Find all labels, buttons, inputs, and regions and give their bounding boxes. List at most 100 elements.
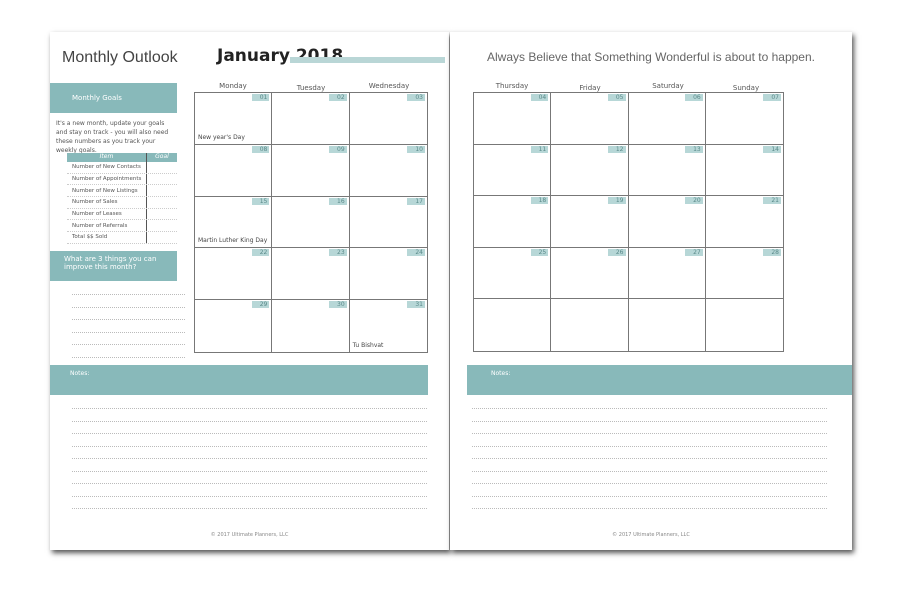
item-header: Item: [99, 153, 114, 160]
day-cell[interactable]: 01 New year's Day: [195, 93, 273, 145]
day-cell[interactable]: 08: [195, 144, 273, 197]
goal-value[interactable]: [146, 220, 177, 232]
writing-line: [472, 408, 827, 409]
day-cell[interactable]: 28: [705, 248, 783, 300]
day-cell[interactable]: 18: [474, 196, 552, 248]
day-cell[interactable]: 03: [349, 93, 427, 145]
date-number: 07: [763, 94, 781, 101]
day-cell[interactable]: [629, 299, 706, 351]
writing-line: [472, 433, 827, 434]
day-cell[interactable]: 10: [349, 145, 427, 197]
date-number: 29: [251, 301, 270, 309]
day-cell[interactable]: 22: [195, 248, 273, 301]
day-cell[interactable]: 04: [474, 93, 552, 145]
goals-header: Monthly Goals: [50, 83, 177, 113]
goal-value[interactable]: [146, 162, 177, 173]
day-cell[interactable]: 11: [474, 144, 552, 197]
goal-value[interactable]: [146, 208, 177, 220]
day-cell[interactable]: 13: [628, 144, 706, 197]
right-page: Always Believe that Something Wonderful …: [450, 32, 852, 550]
writing-line: [72, 508, 427, 509]
date-number: 03: [407, 94, 425, 101]
writing-line: [72, 458, 427, 459]
day-cell[interactable]: [706, 299, 783, 351]
writing-line: [472, 458, 827, 459]
day-cell[interactable]: 31 Tu Bishvat: [350, 300, 427, 352]
date-number: 17: [407, 197, 425, 205]
day-header: Wednesday: [368, 82, 410, 90]
day-cell[interactable]: 21: [705, 196, 783, 248]
date-number: 08: [251, 145, 270, 153]
day-cell[interactable]: 16: [272, 196, 350, 249]
goal-row: Number of Referrals: [67, 220, 177, 233]
day-cell[interactable]: 26: [551, 247, 629, 300]
day-cell[interactable]: 07: [705, 93, 783, 145]
goal-item: Number of New Contacts: [72, 164, 141, 171]
date-number: 16: [329, 197, 347, 205]
date-number: 31: [407, 301, 425, 309]
writing-line: [472, 483, 827, 484]
writing-line: [72, 306, 185, 308]
day-cell[interactable]: 24: [349, 248, 427, 301]
writing-line: [72, 495, 427, 497]
date-number: 05: [607, 94, 626, 101]
holiday-label: New year's Day: [198, 133, 245, 141]
calendar-grid-right: 04 05 06 07 11 12 13 14 18 19 20 21 25 26 27 28: [473, 92, 784, 352]
writing-line: [72, 356, 185, 358]
day-cell[interactable]: [551, 299, 629, 351]
day-cell[interactable]: [474, 299, 552, 351]
date-number: 25: [530, 248, 549, 256]
day-cell[interactable]: 15 Martin Luther King Day: [195, 196, 273, 249]
goal-item: Number of Sales: [72, 199, 118, 206]
improve-header: What are 3 things you can improve this m…: [50, 251, 177, 281]
title-bar: [290, 57, 445, 63]
goal-row: Number of New Contacts: [67, 162, 177, 174]
day-cell[interactable]: 05: [551, 93, 629, 145]
date-number: 26: [607, 248, 626, 256]
writing-line: [72, 319, 185, 320]
day-cell[interactable]: 25: [474, 247, 552, 300]
day-cell[interactable]: 09: [272, 144, 350, 197]
date-number: 10: [407, 145, 425, 153]
holiday-label: Martin Luther King Day: [198, 237, 268, 245]
notes-header: Notes:: [467, 365, 852, 395]
day-cell[interactable]: 14: [705, 145, 783, 197]
day-cell[interactable]: 23: [272, 248, 350, 301]
date-number: 18: [530, 197, 549, 205]
writing-line: [72, 483, 427, 484]
writing-line: [472, 495, 827, 497]
goal-value[interactable]: [146, 173, 177, 185]
day-cell[interactable]: 30: [272, 300, 350, 352]
goal-row: Number of New Listings: [67, 185, 177, 198]
day-cell[interactable]: 20: [628, 196, 706, 248]
day-cell[interactable]: 17: [349, 197, 427, 249]
date-number: 11: [530, 145, 549, 153]
day-cell[interactable]: 29: [195, 300, 273, 352]
date-number: 27: [685, 248, 703, 256]
goal-value[interactable]: [146, 185, 177, 197]
page-title: Monthly Outlook: [62, 49, 178, 66]
goals-table: Item Goal Number of New Contacts Number o…: [67, 153, 177, 244]
writing-line: [72, 344, 185, 345]
date-number: 22: [251, 249, 270, 257]
goal-value[interactable]: [146, 197, 177, 208]
date-number: 19: [607, 197, 626, 205]
goal-item: Number of Referrals: [72, 222, 128, 229]
day-cell[interactable]: 02: [272, 93, 350, 145]
date-number: 04: [530, 94, 549, 101]
quote: Always Believe that Something Wonderful …: [487, 50, 815, 64]
day-cell[interactable]: 06: [628, 93, 706, 145]
goal-item: Total $$ Sold: [72, 234, 108, 241]
writing-line: [72, 470, 427, 472]
goal-item: Number of Leases: [72, 211, 122, 218]
date-number: 09: [329, 145, 347, 153]
day-cell[interactable]: 19: [551, 196, 629, 248]
writing-line: [472, 508, 827, 509]
writing-line: [72, 331, 185, 333]
goal-row: Number of Sales: [67, 197, 177, 209]
goal-value[interactable]: [146, 232, 177, 243]
day-cell[interactable]: 12: [551, 144, 629, 197]
date-number: 30: [329, 301, 347, 309]
date-number: 21: [763, 197, 781, 205]
day-cell[interactable]: 27: [628, 247, 706, 300]
